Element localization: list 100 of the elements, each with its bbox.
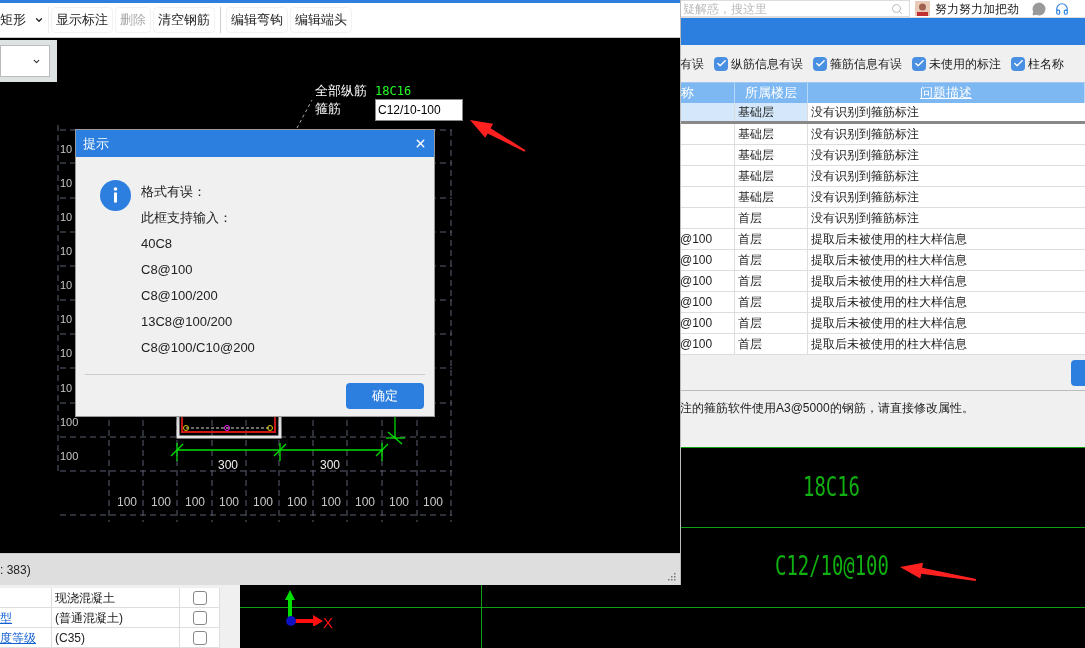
checkbox[interactable] xyxy=(192,590,207,605)
grid-label: 100 xyxy=(60,450,79,462)
grid-label: 100 xyxy=(117,495,137,509)
table-cell: 首层 xyxy=(735,208,808,228)
dialog-text: C8@100 xyxy=(141,261,194,279)
table-cell xyxy=(680,103,735,121)
grid-label: 100 xyxy=(151,495,171,509)
cad-text: 18C16 xyxy=(803,472,860,502)
grid-label: 100 xyxy=(60,416,79,428)
table-cell: 首层 xyxy=(735,292,808,312)
problem-row[interactable]: @100 首层 提取后未被使用的柱大样信息 xyxy=(680,229,1085,250)
table-cell-text: 没有识别到箍筋标注 xyxy=(810,147,920,164)
grid-label: 10 xyxy=(60,143,73,155)
filter-checkbox[interactable]: 未使用的标注 xyxy=(912,54,1001,73)
cad-text: C12/10@100 xyxy=(775,551,889,581)
caret-icon xyxy=(34,15,44,25)
rebar-value: 18C16 xyxy=(375,83,412,99)
filter-checkbox[interactable]: 纵筋信息有误 xyxy=(714,54,803,73)
grid-label: 10 xyxy=(60,177,73,189)
axis-icon xyxy=(285,590,323,626)
grid-label: 100 xyxy=(253,495,273,509)
leader-line xyxy=(296,99,313,129)
dialog-text: 此框支持输入： xyxy=(141,209,233,227)
headset-icon[interactable] xyxy=(1055,1,1069,16)
grid-label: 10 xyxy=(60,382,73,394)
problem-row[interactable]: 基础层 没有识别到箍筋标注 xyxy=(680,124,1085,145)
coordinate-status: : 383) xyxy=(0,561,31,579)
checkbox[interactable] xyxy=(714,56,728,71)
problem-row[interactable]: 首层 没有识别到箍筋标注 xyxy=(680,208,1085,229)
property-value: (C35) xyxy=(52,628,180,647)
property-name[interactable]: 度等级 xyxy=(0,628,52,647)
problem-row[interactable]: @100 首层 提取后未被使用的柱大样信息 xyxy=(680,271,1085,292)
toolbar-button[interactable]: 编辑端头 xyxy=(290,7,352,33)
hint-text: 注的箍筋软件使用A3@5000的钢筋，请直接修改属性。 xyxy=(680,400,975,417)
table-cell-text: 提取后未被使用的柱大样信息 xyxy=(810,336,968,353)
dimension-label: 300 xyxy=(218,458,238,472)
toolbar-button[interactable]: 显示标注 xyxy=(51,7,113,33)
table-cell: 首层 xyxy=(735,334,808,354)
checkbox[interactable] xyxy=(192,630,207,645)
grid-label: 100 xyxy=(287,495,307,509)
grid-label: 10 xyxy=(60,211,73,223)
stirrup-label: 箍筋 xyxy=(315,101,341,117)
dialog-text: 40C8 xyxy=(141,235,174,253)
table-cell-text: 提取后未被使用的柱大样信息 xyxy=(810,252,968,269)
table-cell: 首层 xyxy=(735,229,808,249)
dialog-title: 提示 xyxy=(83,134,109,153)
property-name[interactable]: 型 xyxy=(0,608,52,627)
problem-row[interactable]: 基础层 没有识别到箍筋标注 xyxy=(680,145,1085,166)
dialog-text: 格式有误： xyxy=(141,183,207,201)
grid-label: 100 xyxy=(423,495,443,509)
dialog-text: C8@100/200 xyxy=(141,287,219,305)
pointer-arrow xyxy=(470,120,526,152)
chat-icon[interactable] xyxy=(1032,1,1046,16)
table-cell-text: 没有识别到箍筋标注 xyxy=(810,210,920,227)
filter-label: 有误 xyxy=(680,55,704,73)
problem-row[interactable]: 基础层 没有识别到箍筋标注 xyxy=(680,166,1085,187)
resize-grip-icon xyxy=(667,572,676,581)
grid-label: 100 xyxy=(185,495,205,509)
close-icon[interactable] xyxy=(414,137,427,150)
checkbox[interactable] xyxy=(192,610,207,625)
problem-row[interactable]: 基础层 没有识别到箍筋标注 xyxy=(680,103,1085,124)
property-value: (普通混凝土) xyxy=(52,608,180,627)
table-cell: 首层 xyxy=(735,271,808,291)
table-cell: 基础层 xyxy=(735,166,808,186)
grid-label: 10 xyxy=(60,313,73,325)
dimension-label: 300 xyxy=(320,458,340,472)
table-cell: 首层 xyxy=(735,250,808,270)
problem-row[interactable]: @100 首层 提取后未被使用的柱大样信息 xyxy=(680,292,1085,313)
axis-label: X xyxy=(323,613,333,633)
checkbox[interactable] xyxy=(1011,56,1025,71)
table-cell: 基础层 xyxy=(735,187,808,207)
stirrup-input[interactable]: C12/10-100 xyxy=(375,99,463,121)
table-cell: 基础层 xyxy=(735,124,808,144)
table-cell-text: 提取后未被使用的柱大样信息 xyxy=(810,315,968,332)
table-cell: 首层 xyxy=(735,313,808,333)
checkbox[interactable] xyxy=(912,56,926,71)
grid-label: 10 xyxy=(60,347,73,359)
problem-row[interactable]: @100 首层 提取后未被使用的柱大样信息 xyxy=(680,313,1085,334)
grid-label: 100 xyxy=(389,495,409,509)
problem-row[interactable]: @100 首层 提取后未被使用的柱大样信息 xyxy=(680,334,1085,355)
table-cell-text: 提取后未被使用的柱大样信息 xyxy=(810,294,968,311)
toolbar-button[interactable]: 清空钢筋 xyxy=(153,7,215,33)
shape-dropdown[interactable]: 矩形 xyxy=(0,7,49,33)
grid-label: 100 xyxy=(355,495,375,509)
avatar-icon xyxy=(915,1,930,16)
filter-checkbox[interactable]: 柱名称 xyxy=(1011,54,1064,73)
table-cell-text: 提取后未被使用的柱大样信息 xyxy=(810,231,968,248)
layer-dropdown[interactable] xyxy=(0,45,50,77)
grid-label: 10 xyxy=(60,245,73,257)
filter-checkbox[interactable]: 箍筋信息有误 xyxy=(813,54,902,73)
checkbox[interactable] xyxy=(813,56,827,71)
ok-button[interactable]: 确定 xyxy=(346,382,424,409)
user-name: 努力努力加把劲 xyxy=(935,2,1019,15)
search-icon[interactable] xyxy=(891,2,903,15)
problem-row[interactable]: @100 首层 提取后未被使用的柱大样信息 xyxy=(680,250,1085,271)
dialog-text: C8@100/C10@200 xyxy=(141,339,255,357)
toolbar-button[interactable]: 编辑弯钩 xyxy=(226,7,288,33)
problem-row[interactable]: 基础层 没有识别到箍筋标注 xyxy=(680,187,1085,208)
property-value: 现浇混凝土 xyxy=(52,588,180,607)
action-button[interactable] xyxy=(1071,359,1085,386)
